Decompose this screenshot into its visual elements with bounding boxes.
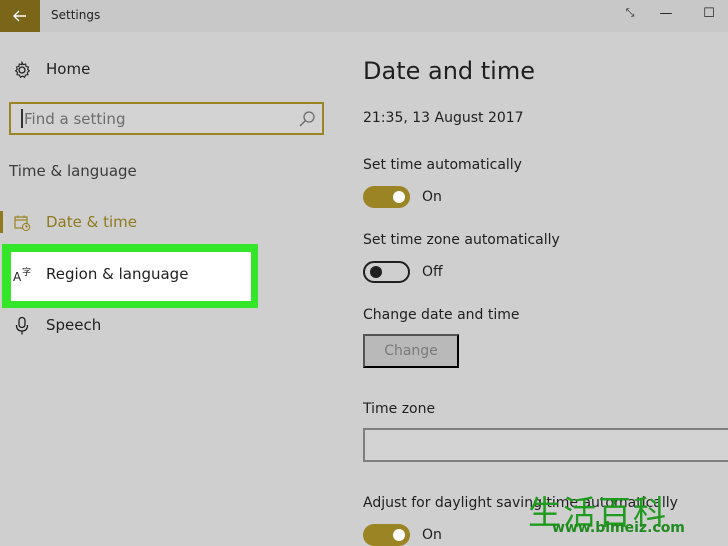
set-timezone-auto-label: Set time zone automatically [363,232,560,248]
search-icon[interactable] [298,110,316,128]
watermark-url: www.bimeiz.com [552,520,685,536]
section-heading: Time & language [9,162,137,180]
resize-icon[interactable]: ⤡ [620,6,640,20]
calendar-clock-icon [12,213,32,233]
selected-indicator [0,211,3,233]
daylight-saving-label: Adjust for daylight saving time automati… [363,495,678,511]
back-button[interactable] [0,0,40,32]
sidebar-item-label: Speech [46,316,102,334]
current-datetime: 21:35, 13 August 2017 [363,110,524,126]
gear-icon [12,60,32,80]
set-time-auto-toggle[interactable] [363,186,410,208]
time-zone-label: Time zone [363,401,436,417]
page-title: Date and time [363,57,535,85]
title-bar: Settings ⤡ — ☐ [0,0,728,32]
sidebar-item-label: Home [46,60,91,78]
set-time-auto-state: On [422,189,442,205]
sidebar-item-label: Date & time [46,213,137,231]
sidebar-item-label: Region & language [46,265,189,283]
svg-text:字: 字 [22,266,31,278]
back-arrow-icon [13,10,26,22]
set-timezone-auto-state: Off [422,264,443,280]
time-zone-dropdown[interactable] [363,428,728,462]
window-title: Settings [51,8,101,22]
svg-text:A: A [13,270,22,284]
microphone-icon [12,316,32,336]
change-button[interactable]: Change [363,334,459,368]
set-time-auto-label: Set time automatically [363,157,522,173]
set-timezone-auto-toggle[interactable] [363,261,410,283]
language-icon: A 字 [13,265,33,285]
search-input[interactable]: Find a setting [9,102,324,135]
daylight-saving-toggle[interactable] [363,524,410,546]
daylight-saving-state: On [422,527,442,543]
minimize-button[interactable]: — [656,6,676,21]
search-placeholder: Find a setting [24,110,126,128]
maximize-button[interactable]: ☐ [699,6,719,21]
text-caret [21,109,23,128]
change-date-time-label: Change date and time [363,307,520,323]
